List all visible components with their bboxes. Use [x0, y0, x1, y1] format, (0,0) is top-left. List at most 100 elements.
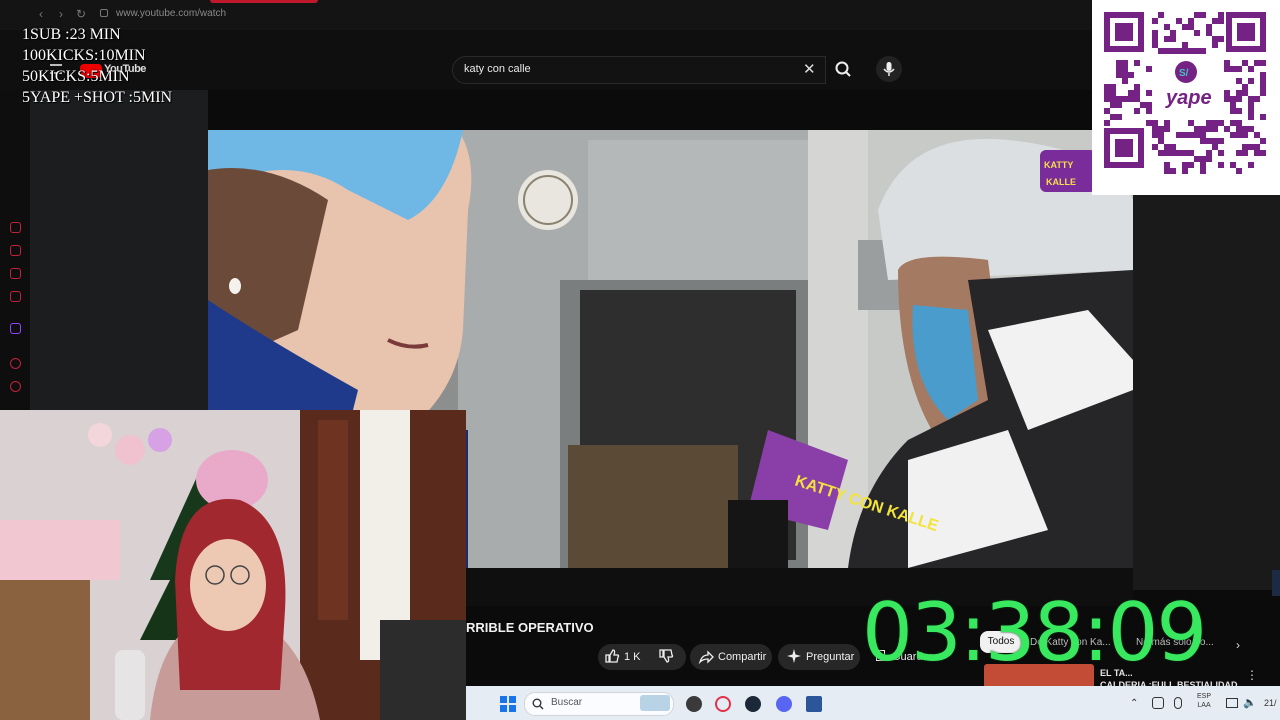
close-icon[interactable]: ✕ — [803, 60, 816, 78]
qr-module — [1104, 120, 1110, 126]
goal-line: 100KICKS:10MIN — [22, 47, 146, 64]
right-sidebar — [1133, 195, 1280, 590]
qr-module — [1188, 48, 1194, 54]
network-icon[interactable] — [1226, 698, 1238, 708]
qr-module — [1230, 108, 1236, 114]
voice-search-button[interactable] — [876, 56, 902, 82]
qr-module — [1152, 126, 1158, 132]
discord-icon[interactable] — [776, 696, 792, 712]
thumb-up-icon — [604, 648, 620, 669]
qr-module — [1152, 144, 1158, 150]
volume-icon[interactable]: 🔈 — [1243, 696, 1257, 709]
media-icon[interactable] — [10, 291, 21, 302]
qr-code: S/ yape — [1092, 0, 1280, 195]
qr-module — [1200, 132, 1206, 138]
qr-module — [1200, 48, 1206, 54]
qr-module — [1170, 48, 1176, 54]
qr-module — [1206, 120, 1212, 126]
more-options-icon[interactable]: ⋮ — [1246, 668, 1258, 682]
qr-module — [1212, 42, 1218, 48]
qr-module — [1206, 138, 1212, 144]
qr-module — [1146, 120, 1152, 126]
site-info-icon[interactable] — [100, 9, 108, 17]
back-button[interactable]: ‹ — [34, 7, 48, 21]
chat-icon[interactable] — [10, 268, 21, 279]
qr-module — [1194, 132, 1200, 138]
qr-module — [1152, 36, 1158, 42]
qr-module — [1248, 96, 1254, 102]
language-indicator[interactable]: ESP LAA — [1197, 692, 1211, 710]
like-count: 1 K — [624, 651, 641, 663]
qr-module — [1134, 60, 1140, 66]
app-icon[interactable] — [686, 696, 702, 712]
search-icon — [532, 697, 544, 715]
qr-module — [1170, 144, 1176, 150]
qr-module — [1164, 144, 1170, 150]
reload-button[interactable]: ↻ — [74, 7, 88, 21]
qr-module — [1170, 36, 1176, 42]
qr-module — [1110, 84, 1116, 90]
qr-module — [1236, 78, 1242, 84]
qr-module — [1230, 132, 1236, 138]
clock-icon[interactable] — [10, 381, 21, 392]
qr-module — [1152, 30, 1158, 36]
qr-module — [1224, 126, 1230, 132]
qr-module — [1176, 150, 1182, 156]
chevron-right-icon[interactable]: › — [1236, 638, 1240, 652]
qr-module — [1104, 84, 1110, 90]
qr-module — [1182, 132, 1188, 138]
forward-button[interactable]: › — [54, 7, 68, 21]
qr-module — [1188, 150, 1194, 156]
address-bar[interactable]: www.youtube.com/watch — [116, 8, 226, 19]
qr-module — [1230, 102, 1236, 108]
search-query[interactable]: katy con calle — [464, 63, 531, 75]
alert-icon[interactable] — [10, 245, 21, 256]
refresh-icon[interactable] — [10, 222, 21, 233]
qr-module — [1248, 108, 1254, 114]
word-icon[interactable] — [806, 696, 822, 712]
tray-icon[interactable] — [1152, 697, 1164, 709]
qr-module — [1236, 150, 1242, 156]
clock[interactable]: 21/ — [1264, 698, 1277, 708]
qr-module — [1182, 42, 1188, 48]
thumb-down-icon[interactable] — [658, 648, 674, 669]
qr-module — [1116, 114, 1122, 120]
qr-module — [1218, 36, 1224, 42]
qr-module — [1182, 24, 1188, 30]
qr-module — [1182, 162, 1188, 168]
qr-module — [1158, 12, 1164, 18]
qr-module — [1242, 60, 1248, 66]
opera-icon[interactable] — [715, 696, 731, 712]
qr-module — [1200, 12, 1206, 18]
qr-module — [1116, 96, 1122, 102]
qr-module — [1212, 138, 1218, 144]
mic-icon[interactable] — [1174, 697, 1182, 709]
qr-module — [1104, 90, 1110, 96]
qr-module — [1212, 120, 1218, 126]
search-button[interactable] — [828, 56, 858, 82]
record-icon[interactable] — [10, 358, 21, 369]
qr-module — [1248, 66, 1254, 72]
start-icon[interactable] — [500, 696, 516, 717]
video-title[interactable]: RRIBLE OPERATIVO — [466, 620, 594, 635]
qr-module — [1206, 150, 1212, 156]
steam-icon[interactable] — [745, 696, 761, 712]
qr-module — [1200, 126, 1206, 132]
qr-module — [1164, 24, 1170, 30]
qr-module — [1230, 120, 1236, 126]
qr-module — [1152, 120, 1158, 126]
qr-module — [1176, 48, 1182, 54]
qr-module — [1200, 156, 1206, 162]
qr-module — [1110, 90, 1116, 96]
yape-qr-panel: S/ yape — [1092, 0, 1280, 195]
yape-badge: S/ — [1179, 68, 1189, 79]
qr-module — [1110, 96, 1116, 102]
qr-module — [1224, 96, 1230, 102]
qr-module — [1200, 168, 1206, 174]
qr-module — [1236, 66, 1242, 72]
chevron-up-icon[interactable]: ⌃ — [1130, 698, 1138, 709]
qr-module — [1164, 126, 1170, 132]
qr-module — [1224, 66, 1230, 72]
qr-module — [1122, 96, 1128, 102]
twitch-icon[interactable] — [10, 323, 21, 334]
